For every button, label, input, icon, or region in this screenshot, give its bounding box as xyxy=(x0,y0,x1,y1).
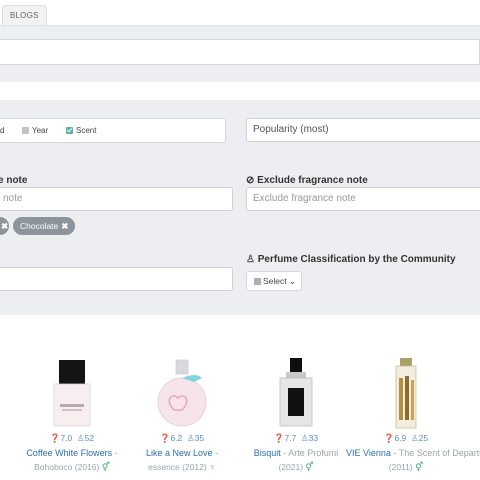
top-tab-bar: BLOGS xyxy=(0,0,480,26)
checkbox-scent-box xyxy=(66,127,73,135)
checkbox-d[interactable]: d xyxy=(0,126,4,136)
rating-stats: ❓7.0 ♙52 xyxy=(49,433,95,443)
rating-icon: ❓ xyxy=(273,433,285,443)
exclude-note-input[interactable]: Exclude fragrance note xyxy=(246,187,480,211)
select-square-icon xyxy=(254,278,261,285)
checkbox-year[interactable]: Year xyxy=(22,126,48,136)
rating-stats: ❓6.2 ♙35 xyxy=(159,433,205,443)
rating-icon: ❓ xyxy=(383,433,395,443)
result-card[interactable]: ❓6.9 ♙25 VIE Vienna - The Scent of Depar… xyxy=(346,350,480,480)
tab-blogs[interactable]: BLOGS xyxy=(2,5,47,25)
rating-icon: ❓ xyxy=(49,433,61,443)
note-pill-chocolate[interactable]: Chocolate ✖ xyxy=(13,217,76,235)
result-card[interactable]: ❓7.7 ♙33 Bisquit - Arte Profumi (2021) ⚥ xyxy=(246,350,346,480)
perfume-brand-line: (2021) ⚥ xyxy=(278,462,314,472)
users-icon: ♙ xyxy=(411,433,419,443)
checkbox-scent[interactable]: Scent xyxy=(66,126,96,136)
search-input[interactable] xyxy=(0,39,480,65)
users-icon: ♙ xyxy=(246,254,255,265)
unisex-icon: ⚥ xyxy=(101,462,110,472)
perfume-name-link[interactable]: VIE Vienna - The Scent of Departure xyxy=(346,447,480,460)
users-icon: ♙ xyxy=(187,433,195,443)
result-card[interactable]: ❓7.0 ♙52 Coffee White Flowers - Bohoboco… xyxy=(22,350,122,480)
include-note-heading: e note xyxy=(0,175,28,186)
filter-input-partial[interactable] xyxy=(0,267,233,291)
ban-icon: ⊘ xyxy=(246,175,255,186)
perfume-brand-line: (2011) ⚥ xyxy=(388,462,424,472)
perfume-name-link[interactable]: Coffee White Flowers - xyxy=(12,447,132,460)
perfume-image[interactable] xyxy=(152,354,212,430)
exclude-note-heading: ⊘ Exclude fragrance note xyxy=(246,175,368,186)
classification-select[interactable]: Select ⌄ xyxy=(246,271,302,291)
checkbox-year-box xyxy=(22,127,29,135)
rating-stats: ❓7.7 ♙33 xyxy=(273,433,319,443)
perfume-name-link[interactable]: Bisquit - Arte Profumi xyxy=(236,447,356,460)
perfume-image[interactable] xyxy=(266,354,326,430)
classification-heading: ♙ Perfume Classification by the Communit… xyxy=(246,254,456,265)
perfume-image[interactable] xyxy=(376,354,436,430)
perfume-brand-line: Bohoboco (2016) ⚥ xyxy=(34,462,110,472)
chevron-down-icon: ⌄ xyxy=(289,276,297,286)
unisex-icon: ⚥ xyxy=(305,462,314,472)
perfume-image[interactable] xyxy=(42,354,102,430)
perfume-brand-line: essence (2012) ♀ xyxy=(148,462,216,472)
female-icon: ♀ xyxy=(209,462,216,472)
perfume-name-link[interactable]: Like a New Love - xyxy=(122,447,242,460)
sort-select[interactable]: Popularity (most) xyxy=(246,118,480,142)
result-card[interactable]: ❓6.2 ♙35 Like a New Love - essence (2012… xyxy=(132,350,232,480)
users-icon: ♙ xyxy=(77,433,85,443)
remove-icon[interactable]: ✖ xyxy=(1,221,8,231)
rating-icon: ❓ xyxy=(159,433,171,443)
users-icon: ♙ xyxy=(301,433,309,443)
include-note-input[interactable]: note xyxy=(0,187,233,211)
rating-stats: ❓6.9 ♙25 xyxy=(383,433,429,443)
remove-icon[interactable]: ✖ xyxy=(61,221,68,231)
unisex-icon: ⚥ xyxy=(415,462,424,472)
